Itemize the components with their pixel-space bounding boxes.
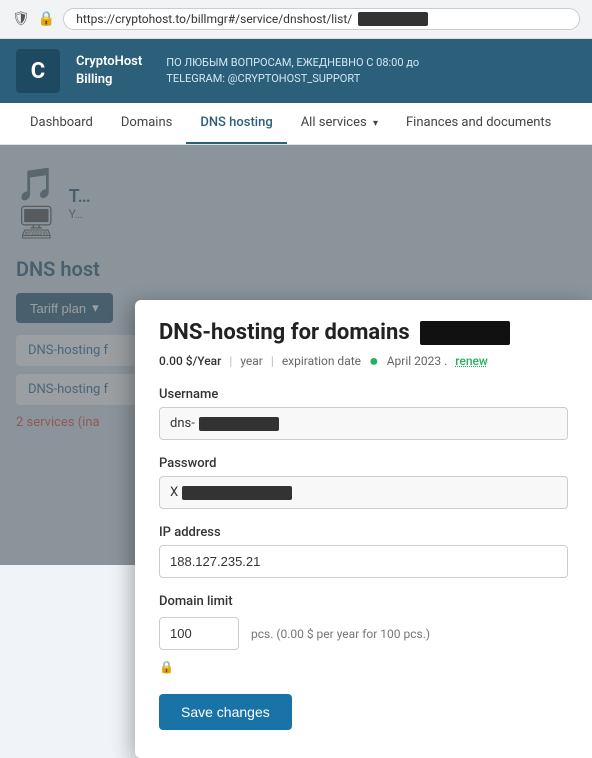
modal-expiration-date: April 2023 .	[387, 354, 448, 368]
ip-address-label: IP address	[159, 525, 568, 540]
password-group: Password X	[159, 456, 568, 509]
nav-domains[interactable]: Domains	[107, 103, 186, 144]
logo-text: CryptoHost Billing	[76, 53, 142, 89]
modal-title: DNS-hosting for domains	[159, 320, 568, 345]
lock-note: 🔒	[159, 660, 568, 674]
main-nav: Dashboard Domains DNS hosting All servic…	[0, 103, 592, 145]
modal-header: DNS-hosting for domains 0.00 $/Year | ye…	[159, 320, 568, 371]
modal-meta: 0.00 $/Year | year | expiration date ● A…	[159, 351, 568, 371]
url-redacted	[358, 12, 428, 26]
browser-bar: 🛡 🔒 https://cryptohost.to/billmgr#/servi…	[0, 0, 592, 39]
domain-limit-label: Domain limit	[159, 594, 568, 609]
lock-icon: 🔒	[38, 11, 55, 27]
shield-icon: 🛡	[12, 11, 30, 27]
header-notice: ПО ЛЮБЫМ ВОПРОСАМ, ЕЖЕДНЕВНО С 08:00 до …	[166, 55, 419, 88]
site-header: C CryptoHost Billing ПО ЛЮБЫМ ВОПРОСАМ, …	[0, 39, 592, 103]
username-prefix: dns-	[170, 416, 195, 431]
domain-limit-note: pcs. (0.00 $ per year for 100 pcs.)	[251, 627, 430, 641]
modal-price: 0.00 $/Year	[159, 354, 221, 368]
domain-limit-input[interactable]	[159, 617, 239, 650]
modal-period: year	[240, 354, 263, 368]
domain-limit-row: pcs. (0.00 $ per year for 100 pcs.)	[159, 617, 568, 650]
url-bar[interactable]: https://cryptohost.to/billmgr#/service/d…	[63, 8, 580, 30]
password-label: Password	[159, 456, 568, 471]
nav-finances[interactable]: Finances and documents	[392, 103, 565, 144]
ip-address-input[interactable]	[159, 545, 568, 578]
save-changes-button[interactable]: Save changes	[159, 694, 292, 730]
nav-all-services[interactable]: All services ▾	[287, 103, 392, 144]
logo-icon: C	[16, 49, 60, 93]
modal-expiration-label: expiration date	[282, 354, 361, 368]
page-content: 🎵🖥 T… Y… DNS host Tariff plan ▾ DNS-host…	[0, 145, 592, 565]
username-redacted	[199, 417, 279, 431]
domain-limit-group: Domain limit pcs. (0.00 $ per year for 1…	[159, 594, 568, 650]
renew-link[interactable]: renew	[455, 354, 488, 368]
lock-icon: 🔒	[159, 660, 174, 674]
ip-address-group: IP address	[159, 525, 568, 578]
modal-dialog: DNS-hosting for domains 0.00 $/Year | ye…	[135, 300, 592, 758]
url-text: https://cryptohost.to/billmgr#/service/d…	[76, 12, 352, 26]
password-prefix: X	[170, 485, 178, 500]
nav-dns-hosting[interactable]: DNS hosting	[186, 103, 286, 144]
nav-dashboard[interactable]: Dashboard	[16, 103, 107, 144]
password-field-wrapper[interactable]: X	[159, 476, 568, 509]
password-redacted	[182, 486, 292, 500]
chevron-down-icon: ▾	[373, 118, 378, 129]
username-field-wrapper[interactable]: dns-	[159, 407, 568, 440]
username-group: Username dns-	[159, 387, 568, 440]
modal-title-redacted	[420, 321, 510, 345]
username-label: Username	[159, 387, 568, 402]
expiration-dot-icon: ●	[369, 351, 379, 371]
